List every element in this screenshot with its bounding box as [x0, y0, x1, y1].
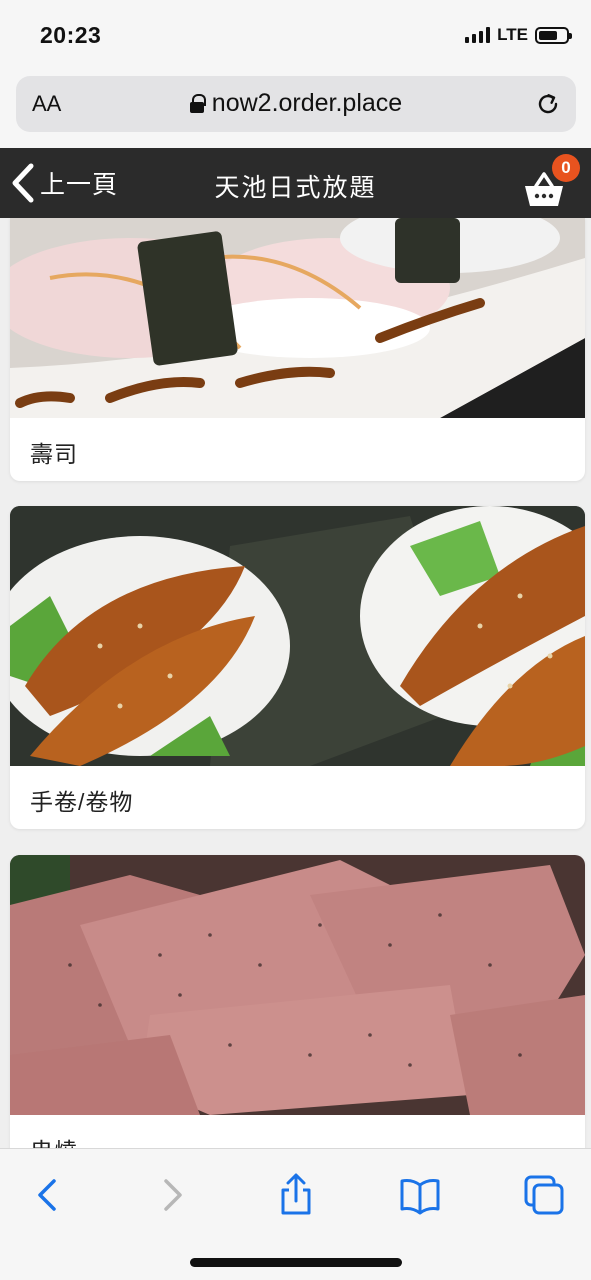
url-field[interactable]: now2.order.place: [16, 89, 576, 118]
status-indicators: LTE: [465, 25, 572, 45]
signal-icon: [465, 27, 491, 43]
battery-icon: [535, 26, 572, 44]
bookmarks-icon[interactable]: [398, 1173, 442, 1217]
category-list: 壽司 手卷/卷物: [0, 218, 591, 1148]
category-label: 壽司: [30, 441, 78, 467]
category-card-sushi[interactable]: 壽司: [10, 218, 585, 481]
status-time: 20:23: [40, 22, 102, 48]
status-bar: 20:23 LTE: [0, 0, 591, 72]
category-label: 串燒: [10, 1115, 585, 1148]
reload-icon[interactable]: [534, 90, 562, 118]
share-icon[interactable]: [274, 1173, 318, 1217]
browser-address-area: AA now2.order.place: [0, 72, 591, 148]
hand-roll-photo: [10, 506, 585, 766]
category-card-skewers[interactable]: 串燒: [10, 855, 585, 1148]
page-title: 天池日式放題: [214, 174, 377, 202]
address-bar[interactable]: AA now2.order.place: [16, 76, 576, 132]
home-indicator: [190, 1258, 402, 1267]
app-header: 上一頁 天池日式放題 0: [0, 148, 591, 218]
lock-icon: [189, 94, 206, 113]
category-card-hand-roll[interactable]: 手卷/卷物: [10, 506, 585, 829]
tabs-icon[interactable]: [522, 1173, 566, 1217]
network-type: LTE: [497, 25, 528, 44]
back-icon[interactable]: [26, 1173, 70, 1217]
cart-count-badge: 0: [552, 154, 580, 182]
category-label: 手卷/卷物: [30, 789, 134, 815]
sushi-photo: [10, 218, 585, 418]
beef-tongue-photo: [10, 855, 585, 1115]
forward-icon[interactable]: [150, 1173, 194, 1217]
url-text: now2.order.place: [211, 89, 403, 117]
cart-button[interactable]: 0: [522, 154, 582, 214]
